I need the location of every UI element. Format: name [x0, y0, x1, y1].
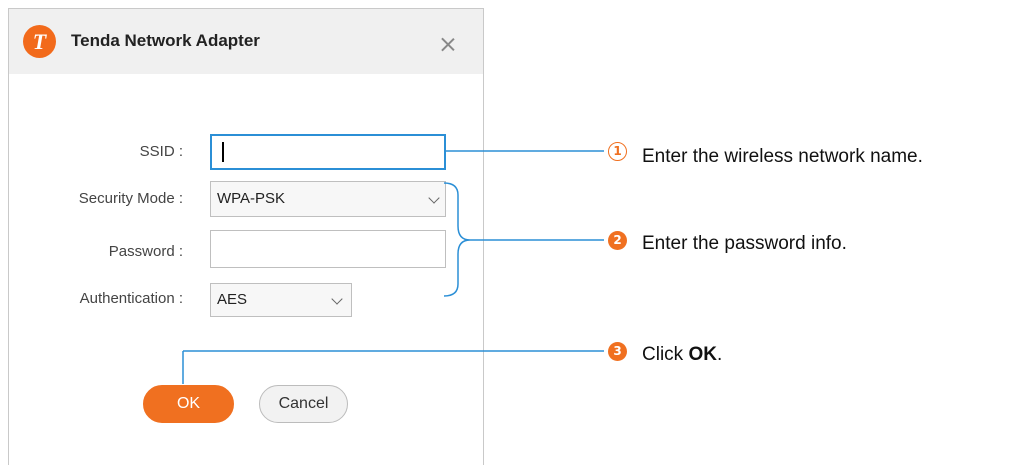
step-text-3-prefix: Click [642, 344, 689, 365]
step-number-1: 1 [608, 142, 627, 161]
step-text-3: Click OK. [642, 344, 722, 366]
callout-bracket-2 [443, 182, 471, 297]
step-text-1: Enter the wireless network name. [642, 146, 923, 167]
step-number-3: 3 [608, 342, 627, 361]
step-text-3-suffix: . [716, 344, 723, 365]
callout-lines [182, 150, 604, 384]
step-number-2: 2 [608, 231, 627, 250]
step-text-2: Enter the password info. [642, 233, 847, 254]
step-text-3-bold: OK [688, 344, 717, 365]
